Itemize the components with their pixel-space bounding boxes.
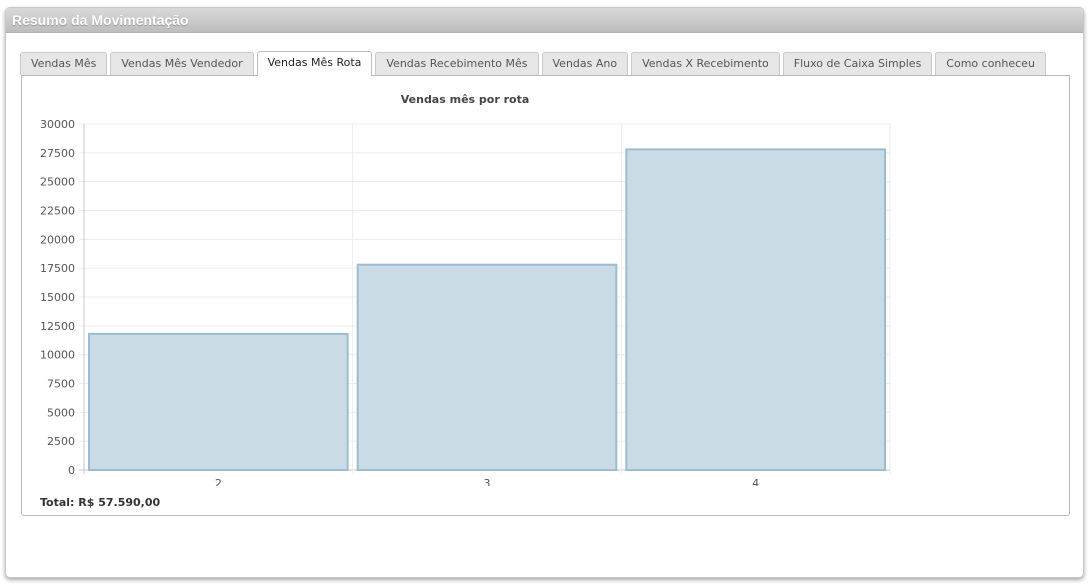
y-tick-label: 17500: [40, 262, 75, 275]
y-tick-label: 15000: [40, 291, 75, 304]
tab-como-conheceu[interactable]: Como conheceu: [935, 52, 1046, 75]
tab-fluxo-de-caixa-simples[interactable]: Fluxo de Caixa Simples: [782, 52, 933, 75]
chart-title: Vendas mês por rota: [401, 93, 530, 106]
y-tick-label: 0: [68, 464, 75, 477]
x-tick-label: 4: [752, 477, 759, 486]
x-tick-label: 2: [215, 477, 222, 486]
bar-3[interactable]: [356, 263, 618, 471]
tab-bar: Vendas Mês Vendas Mês Vendedor Vendas Mê…: [20, 51, 1046, 76]
tab-vendas-x-recebimento[interactable]: Vendas X Recebimento: [631, 52, 780, 75]
bar-chart: Vendas mês por rota 0 2500 5000 7500 10000 12…: [40, 93, 891, 490]
total-label: Total: R$ 57.590,00: [40, 496, 161, 509]
panel-title: Resumo da Movimentação: [12, 12, 189, 28]
y-tick-label: 10000: [40, 349, 75, 362]
bar-2[interactable]: [88, 332, 349, 472]
y-tick-label: 20000: [40, 233, 75, 246]
tab-vendas-mes-rota[interactable]: Vendas Mês Rota: [256, 51, 373, 76]
panel-header: Resumo da Movimentação: [6, 8, 1083, 33]
tab-vendas-mes[interactable]: Vendas Mês: [20, 52, 108, 75]
y-tick-label: 12500: [40, 320, 75, 333]
bar-4[interactable]: [625, 148, 886, 472]
y-tick-label: 7500: [47, 378, 75, 391]
tab-vendas-recebimento-mes[interactable]: Vendas Recebimento Mês: [375, 52, 539, 75]
y-tick-label: 30000: [40, 118, 75, 131]
y-tick-label: 22500: [40, 205, 75, 218]
tab-vendas-mes-vendedor[interactable]: Vendas Mês Vendedor: [110, 52, 254, 75]
tab-vendas-ano[interactable]: Vendas Ano: [541, 52, 629, 75]
tab-content: Vendas mês por rota 0 2500 5000 7500 10000 12…: [21, 75, 1070, 516]
movement-summary-panel: Resumo da Movimentação Vendas Mês Vendas…: [5, 7, 1084, 578]
y-tick-label: 25000: [40, 176, 75, 189]
y-tick-label: 27500: [40, 147, 75, 160]
x-tick-label: 3: [484, 477, 491, 486]
y-tick-label: 5000: [47, 406, 75, 419]
y-tick-label: 2500: [47, 435, 75, 448]
